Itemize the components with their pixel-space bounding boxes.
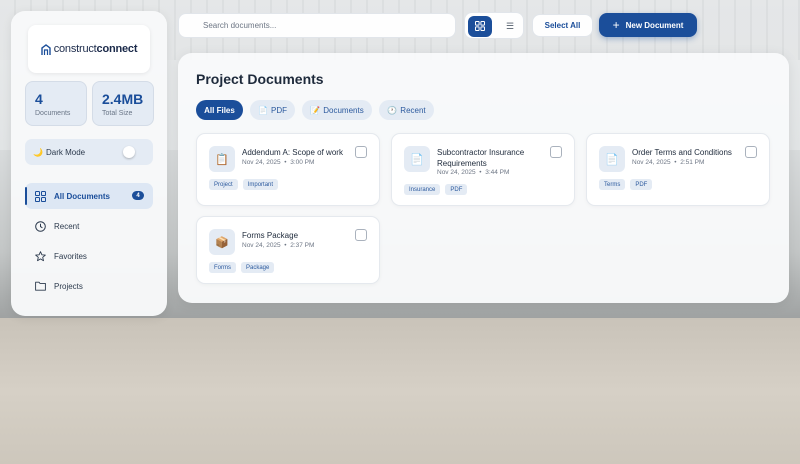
dark-mode-label: Dark Mode: [45, 147, 86, 157]
stat-documents: 4 Documents: [25, 81, 87, 126]
folder-icon: [34, 280, 46, 292]
tag[interactable]: PDF: [445, 184, 468, 195]
search-input[interactable]: [203, 21, 443, 30]
stat-total-size: 2.4MB Total Size: [92, 81, 154, 126]
sidebar-item-recent[interactable]: Recent: [25, 213, 153, 239]
star-icon: [34, 250, 46, 262]
document-checkbox[interactable]: [550, 146, 562, 158]
filter-recent[interactable]: 🕐 Recent: [379, 100, 434, 120]
document-tags: Terms PDF: [599, 179, 653, 190]
grid-view-button[interactable]: [468, 16, 492, 37]
page-title: Project Documents: [196, 71, 324, 87]
list-view-icon: ☰: [505, 21, 515, 31]
tag[interactable]: Package: [241, 262, 275, 273]
logo-mark-icon: [40, 43, 51, 55]
sidebar-item-all-documents[interactable]: All Documents 4: [25, 183, 153, 209]
brand-logo[interactable]: constructconnect: [28, 25, 150, 73]
document-meta: Nov 24, 2025 • 2:51 PM: [632, 159, 704, 166]
toggle-knob: [123, 146, 135, 158]
sidebar-item-label: Favorites: [54, 251, 87, 261]
package-icon: 📦: [209, 229, 235, 255]
filter-label: All Files: [204, 105, 235, 115]
document-date: Nov 24, 2025: [437, 169, 476, 176]
tag[interactable]: PDF: [630, 179, 653, 190]
filter-documents[interactable]: 📝 Documents: [302, 100, 372, 120]
tag[interactable]: Important: [242, 179, 279, 190]
pdf-filter-icon: 📄: [258, 105, 268, 115]
document-card[interactable]: 📦 Forms Package Nov 24, 2025 • 2:37 PM F…: [196, 216, 380, 284]
document-tags: Project Important: [209, 179, 279, 190]
plus-icon: +: [612, 18, 620, 32]
list-view-button[interactable]: ☰: [498, 16, 522, 37]
filter-label: Recent: [400, 105, 426, 115]
document-time: 2:51 PM: [680, 159, 705, 166]
document-title: Subcontractor Insurance Requirements: [437, 148, 525, 168]
meta-separator: •: [674, 159, 677, 166]
grid-view-icon: [475, 18, 485, 36]
moon-icon: 🌙: [33, 147, 43, 157]
document-checkbox[interactable]: [355, 146, 367, 158]
document-meta: Nov 24, 2025 • 3:00 PM: [242, 159, 314, 166]
filter-pdf[interactable]: 📄 PDF: [250, 100, 295, 120]
document-icon: 📄: [599, 146, 625, 172]
documents-filter-icon: 📝: [310, 105, 321, 115]
sidebar-item-projects[interactable]: Projects: [25, 273, 153, 299]
document-card[interactable]: 📄 Subcontractor Insurance Requirements N…: [391, 133, 575, 206]
document-card[interactable]: 📋 Addendum A: Scope of work Nov 24, 2025…: [196, 133, 380, 206]
document-title: Order Terms and Conditions: [632, 148, 732, 157]
clock-icon: [34, 220, 46, 232]
dark-mode-toggle[interactable]: [113, 146, 135, 158]
grid-icon: [34, 190, 46, 202]
document-icon: 📄: [404, 146, 430, 172]
document-checkbox[interactable]: [745, 146, 757, 158]
meta-separator: •: [479, 169, 482, 176]
tag[interactable]: Insurance: [404, 184, 441, 195]
stat-documents-label: Documents: [35, 110, 71, 117]
new-document-button[interactable]: + New Document: [599, 13, 697, 37]
document-date: Nov 24, 2025: [242, 242, 281, 249]
documents-panel: Project Documents All Files 📄 PDF 📝 Docu…: [178, 53, 789, 303]
tag[interactable]: Terms: [599, 179, 626, 190]
dark-mode-row: 🌙 Dark Mode: [25, 139, 153, 165]
tag[interactable]: Forms: [209, 262, 236, 273]
clipboard-icon: 📋: [209, 146, 235, 172]
recent-filter-icon: 🕐: [387, 105, 398, 115]
search-bar: [178, 13, 456, 38]
document-card[interactable]: 📄 Order Terms and Conditions Nov 24, 202…: [586, 133, 770, 206]
tag[interactable]: Project: [209, 179, 238, 190]
document-time: 3:00 PM: [290, 159, 315, 166]
document-title: Addendum A: Scope of work: [242, 148, 343, 157]
meta-separator: •: [284, 159, 287, 166]
document-time: 2:37 PM: [290, 242, 315, 249]
document-checkbox[interactable]: [355, 229, 367, 241]
document-meta: Nov 24, 2025 • 3:44 PM: [437, 169, 509, 176]
background-floor: [0, 318, 800, 464]
stat-total-size-value: 2.4MB: [102, 91, 144, 107]
view-mode-toggle: ☰: [464, 12, 524, 39]
filter-label: Documents: [323, 105, 364, 115]
stat-total-size-label: Total Size: [102, 110, 133, 117]
sidebar-item-label: Projects: [54, 281, 83, 291]
document-date: Nov 24, 2025: [242, 159, 281, 166]
document-title: Forms Package: [242, 231, 299, 240]
stat-documents-value: 4: [35, 91, 43, 107]
document-tags: Forms Package: [209, 262, 275, 273]
sidebar: constructconnect 4 Documents 2.4MB Total…: [11, 11, 167, 316]
meta-separator: •: [284, 242, 287, 249]
document-count-badge: 4: [132, 191, 144, 200]
document-time: 3:44 PM: [485, 169, 510, 176]
document-tags: Insurance PDF: [404, 184, 468, 195]
sidebar-item-label: All Documents: [54, 191, 111, 201]
filter-label: PDF: [270, 105, 287, 115]
select-all-button[interactable]: Select All: [532, 14, 593, 37]
document-date: Nov 24, 2025: [632, 159, 671, 166]
filter-all-files[interactable]: All Files: [196, 100, 243, 120]
document-meta: Nov 24, 2025 • 2:37 PM: [242, 242, 314, 249]
logo-text: constructconnect: [53, 43, 138, 55]
sidebar-item-label: Recent: [54, 221, 80, 231]
new-document-label: New Document: [625, 20, 684, 30]
sidebar-item-favorites[interactable]: Favorites: [25, 243, 153, 269]
